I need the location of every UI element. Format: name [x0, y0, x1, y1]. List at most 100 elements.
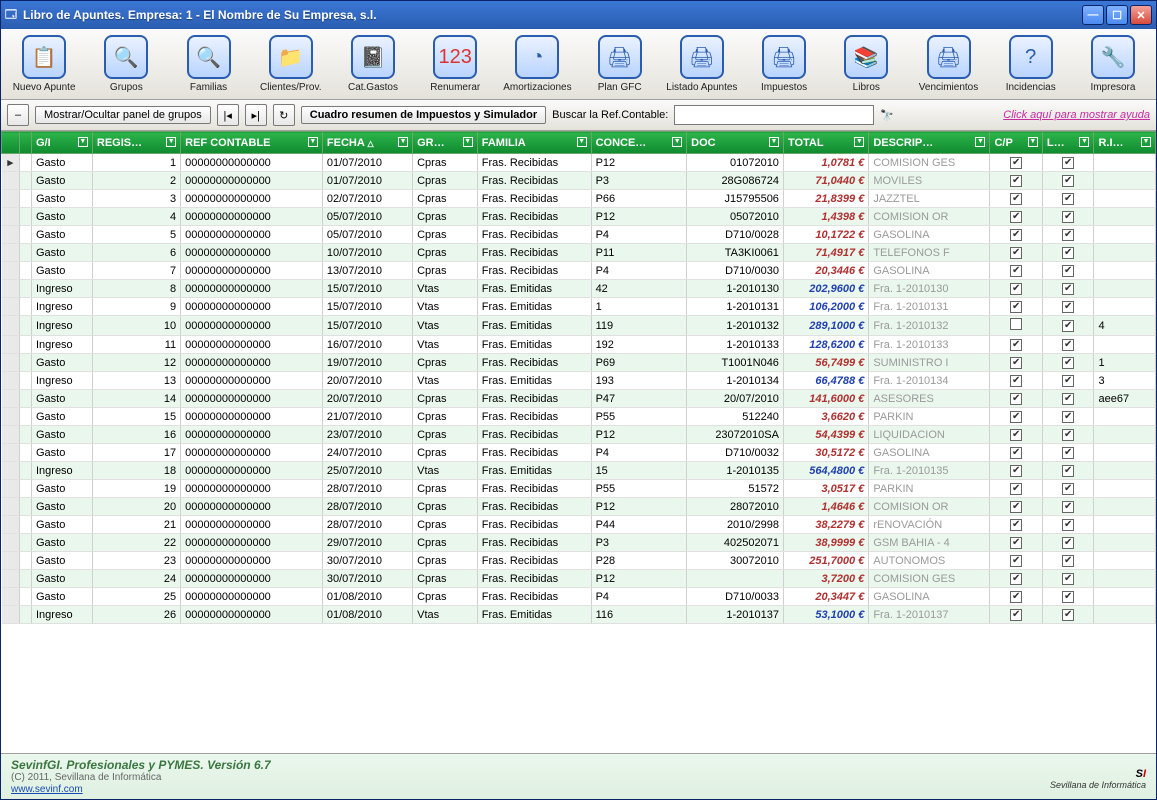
toolbar-grupos[interactable]: 🔍Grupos: [85, 31, 167, 97]
cell-l[interactable]: [1042, 336, 1094, 354]
table-row[interactable]: Ingreso180000000000000025/07/2010VtasFra…: [2, 462, 1156, 480]
refresh-button[interactable]: ↻: [273, 104, 295, 126]
table-row[interactable]: Ingreso110000000000000016/07/2010VtasFra…: [2, 336, 1156, 354]
toolbar-impresora[interactable]: 🔧Impresora: [1072, 31, 1154, 97]
row-selector[interactable]: [2, 534, 20, 552]
cell-l[interactable]: [1042, 172, 1094, 190]
table-row[interactable]: Gasto140000000000000020/07/2010CprasFras…: [2, 390, 1156, 408]
cell-l[interactable]: [1042, 154, 1094, 172]
row-selector[interactable]: [2, 262, 20, 280]
cell-cp[interactable]: [990, 588, 1042, 606]
table-row[interactable]: Gasto40000000000000005/07/2010CprasFras.…: [2, 208, 1156, 226]
cell-l[interactable]: [1042, 480, 1094, 498]
toolbar-amortizaciones[interactable]: ◔Amortizaciones: [496, 31, 578, 97]
row-selector[interactable]: [2, 408, 20, 426]
cell-l[interactable]: [1042, 354, 1094, 372]
cell-cp[interactable]: [990, 298, 1042, 316]
cell-cp[interactable]: [990, 280, 1042, 298]
cell-cp[interactable]: [990, 336, 1042, 354]
col-header-7[interactable]: FAMILIA▼: [477, 132, 591, 154]
toolbar-nuevo-apunte[interactable]: 📋Nuevo Apunte: [3, 31, 85, 97]
row-selector[interactable]: [2, 316, 20, 336]
cell-cp[interactable]: [990, 606, 1042, 624]
row-selector[interactable]: [2, 462, 20, 480]
table-row[interactable]: ▸Gasto10000000000000001/07/2010CprasFras…: [2, 154, 1156, 172]
table-row[interactable]: Gasto250000000000000001/08/2010CprasFras…: [2, 588, 1156, 606]
cell-cp[interactable]: [990, 462, 1042, 480]
row-selector[interactable]: [2, 480, 20, 498]
row-selector[interactable]: [2, 280, 20, 298]
row-selector[interactable]: [2, 390, 20, 408]
row-selector[interactable]: [2, 190, 20, 208]
cell-l[interactable]: [1042, 208, 1094, 226]
cell-l[interactable]: [1042, 298, 1094, 316]
vendor-url[interactable]: www.sevinf.com: [11, 784, 83, 795]
col-header-12[interactable]: C/P▼: [990, 132, 1042, 154]
maximize-button[interactable]: ☐: [1106, 5, 1128, 25]
cell-cp[interactable]: [990, 534, 1042, 552]
table-row[interactable]: Gasto70000000000000013/07/2010CprasFras.…: [2, 262, 1156, 280]
toolbar-libros[interactable]: 📚Libros: [825, 31, 907, 97]
toggle-groups-panel-button[interactable]: Mostrar/Ocultar panel de grupos: [35, 106, 211, 124]
toolbar-familias[interactable]: 🔍Familias: [167, 31, 249, 97]
table-row[interactable]: Gasto50000000000000005/07/2010CprasFras.…: [2, 226, 1156, 244]
nav-first-button[interactable]: |◂: [217, 104, 239, 126]
row-selector[interactable]: [2, 498, 20, 516]
cell-l[interactable]: [1042, 372, 1094, 390]
cell-cp[interactable]: [990, 262, 1042, 280]
cell-l[interactable]: [1042, 244, 1094, 262]
cell-cp[interactable]: [990, 516, 1042, 534]
cell-cp[interactable]: [990, 552, 1042, 570]
row-selector[interactable]: [2, 172, 20, 190]
table-row[interactable]: Ingreso260000000000000001/08/2010VtasFra…: [2, 606, 1156, 624]
row-selector[interactable]: [2, 354, 20, 372]
table-row[interactable]: Ingreso130000000000000020/07/2010VtasFra…: [2, 372, 1156, 390]
cell-l[interactable]: [1042, 498, 1094, 516]
cell-l[interactable]: [1042, 226, 1094, 244]
cell-cp[interactable]: [990, 244, 1042, 262]
col-header-9[interactable]: DOC▼: [687, 132, 784, 154]
col-header-10[interactable]: TOTAL▼: [783, 132, 868, 154]
nav-last-button[interactable]: ▸|: [245, 104, 267, 126]
cell-l[interactable]: [1042, 534, 1094, 552]
cell-cp[interactable]: [990, 208, 1042, 226]
row-selector[interactable]: [2, 208, 20, 226]
cell-cp[interactable]: [990, 316, 1042, 336]
table-row[interactable]: Gasto220000000000000029/07/2010CprasFras…: [2, 534, 1156, 552]
row-selector[interactable]: [2, 226, 20, 244]
table-row[interactable]: Gasto190000000000000028/07/2010CprasFras…: [2, 480, 1156, 498]
toolbar-incidencias[interactable]: ?Incidencias: [990, 31, 1072, 97]
col-header-5[interactable]: FECHA △▼: [322, 132, 412, 154]
row-selector[interactable]: [2, 588, 20, 606]
cell-l[interactable]: [1042, 426, 1094, 444]
table-row[interactable]: Ingreso100000000000000015/07/2010VtasFra…: [2, 316, 1156, 336]
cell-cp[interactable]: [990, 426, 1042, 444]
cell-l[interactable]: [1042, 552, 1094, 570]
cell-cp[interactable]: [990, 570, 1042, 588]
cuadro-resumen-button[interactable]: Cuadro resumen de Impuestos y Simulador: [301, 106, 546, 124]
col-header-11[interactable]: DESCRIP…▼: [869, 132, 990, 154]
col-header-1[interactable]: [20, 132, 32, 154]
toolbar-impuestos[interactable]: 🖨Impuestos: [743, 31, 825, 97]
row-selector[interactable]: [2, 516, 20, 534]
col-header-0[interactable]: [2, 132, 20, 154]
table-row[interactable]: Ingreso80000000000000015/07/2010VtasFras…: [2, 280, 1156, 298]
cell-cp[interactable]: [990, 498, 1042, 516]
row-selector[interactable]: [2, 244, 20, 262]
table-row[interactable]: Gasto60000000000000010/07/2010CprasFras.…: [2, 244, 1156, 262]
row-selector[interactable]: [2, 372, 20, 390]
data-grid-container[interactable]: G/I▼REGIS…▼REF CONTABLE▼FECHA △▼GR…▼FAMI…: [1, 131, 1156, 753]
cell-l[interactable]: [1042, 190, 1094, 208]
search-ref-input[interactable]: [674, 105, 874, 125]
cell-cp[interactable]: [990, 372, 1042, 390]
cell-l[interactable]: [1042, 516, 1094, 534]
help-link[interactable]: Click aquí para mostrar ayuda: [1003, 109, 1150, 121]
table-row[interactable]: Gasto230000000000000030/07/2010CprasFras…: [2, 552, 1156, 570]
col-header-3[interactable]: REGIS…▼: [92, 132, 180, 154]
cell-l[interactable]: [1042, 606, 1094, 624]
table-row[interactable]: Gasto160000000000000023/07/2010CprasFras…: [2, 426, 1156, 444]
row-selector[interactable]: [2, 336, 20, 354]
cell-cp[interactable]: [990, 444, 1042, 462]
cell-l[interactable]: [1042, 316, 1094, 336]
toolbar-vencimientos[interactable]: 🖨Vencimientos: [907, 31, 989, 97]
